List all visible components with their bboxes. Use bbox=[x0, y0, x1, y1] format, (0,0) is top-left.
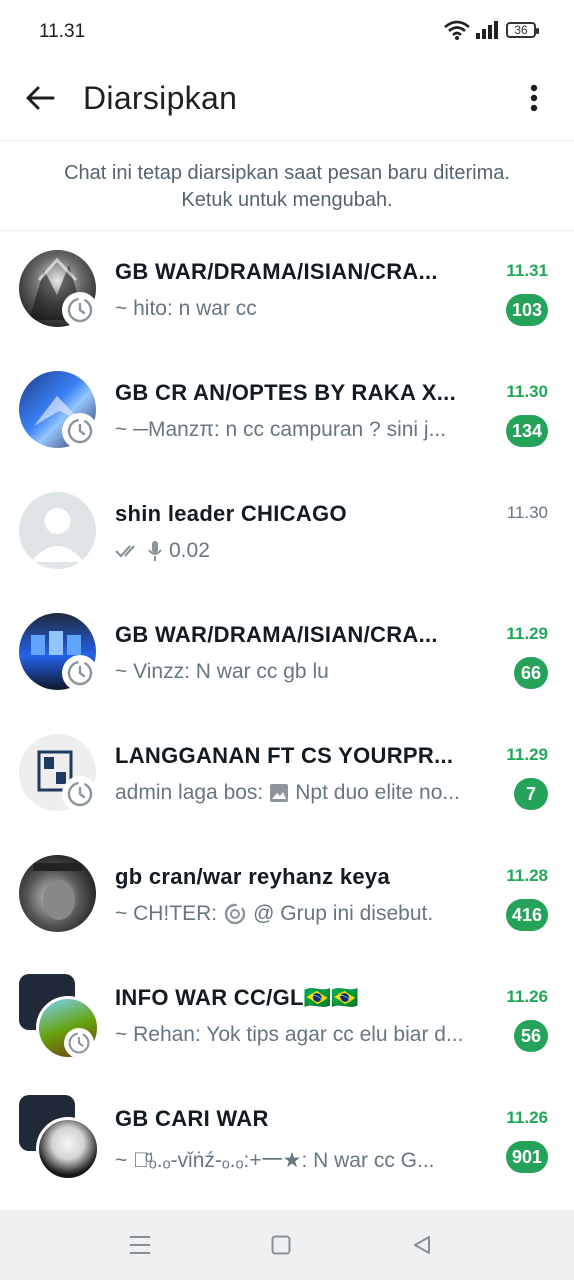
preview-text: @ Grup ini disebut. bbox=[253, 902, 434, 925]
unread-badge: 7 bbox=[514, 778, 548, 810]
battery-icon: 36 bbox=[506, 22, 539, 38]
preview-sender: ~ CH!TER: bbox=[115, 902, 218, 925]
preview-text: ~ Rehan: Yok tips agar cc elu biar d... bbox=[115, 1023, 464, 1046]
app-bar: Diarsipkan bbox=[0, 64, 574, 141]
chat-name: GB WAR/DRAMA/ISIAN/CRA... bbox=[115, 259, 438, 284]
menu-lines-icon bbox=[130, 1236, 150, 1254]
chat-time: 11.30 bbox=[506, 382, 548, 401]
page-title: Diarsipkan bbox=[83, 80, 238, 116]
chat-preview: ~ 一ͦ̈ₒ.ₒ-vǐṅź-ₒ.ₒ:+一★: N war cc G... bbox=[115, 1144, 490, 1174]
photo-icon bbox=[270, 784, 289, 802]
recent-apps-button[interactable] bbox=[125, 1230, 155, 1260]
chat-preview: ~ Vinzz: N war cc gb lu bbox=[115, 660, 490, 684]
home-button[interactable] bbox=[266, 1230, 296, 1260]
preview-text: ~ 一ͦ̈ₒ.ₒ-vǐṅź-ₒ.ₒ:+一★: N war cc G... bbox=[115, 1149, 435, 1172]
chat-name: shin leader CHICAGO bbox=[115, 501, 347, 526]
unread-badge: 901 bbox=[505, 1141, 548, 1173]
chat-name: GB WAR/DRAMA/ISIAN/CRA... bbox=[115, 622, 438, 647]
chat-row[interactable]: INFO WAR CC/GL🇧🇷🇧🇷 11.26 ~ Rehan: Yok ti… bbox=[0, 956, 574, 1077]
arrow-back-icon bbox=[26, 86, 55, 110]
default-avatar bbox=[19, 492, 96, 569]
chat-preview: ~ CH!TER: @ Grup ini disebut. bbox=[115, 902, 490, 926]
person-icon bbox=[31, 508, 84, 562]
chat-preview: 0.02 bbox=[115, 539, 490, 563]
more-options-button[interactable] bbox=[514, 78, 554, 118]
double-check-icon bbox=[115, 545, 135, 558]
chat-time: 11.28 bbox=[506, 866, 548, 885]
back-button[interactable] bbox=[20, 78, 60, 118]
chat-name: GB CARI WAR bbox=[115, 1106, 269, 1131]
chat-name: LANGGANAN FT CS YOURPR... bbox=[115, 743, 454, 768]
chat-time: 11.29 bbox=[506, 624, 548, 643]
chat-preview: admin laga bos: Npt duo elite no... bbox=[115, 781, 490, 805]
more-vert-icon bbox=[530, 84, 538, 112]
signal-icon bbox=[476, 21, 498, 39]
group-avatar bbox=[36, 1117, 100, 1181]
preview-sender: admin laga bos: bbox=[115, 781, 264, 804]
chat-preview: ~ hito: n war cc bbox=[115, 297, 490, 321]
chat-name: GB CR AN/OPTES BY RAKA X... bbox=[115, 380, 456, 405]
chat-row[interactable]: GB CR AN/OPTES BY RAKA X... 11.30 ~ ─Man… bbox=[0, 351, 574, 472]
unread-badge: 134 bbox=[505, 415, 548, 447]
chat-row[interactable]: GB WAR/DRAMA/ISIAN/CRA... 11.29 ~ Vinzz:… bbox=[0, 593, 574, 714]
status-time: 11.31 bbox=[39, 21, 86, 42]
unread-badge: 416 bbox=[505, 899, 548, 931]
chat-row[interactable]: shin leader CHICAGO 11.30 0.02 bbox=[0, 472, 574, 593]
disappearing-timer-icon bbox=[62, 776, 98, 812]
chat-name: INFO WAR CC/GL🇧🇷🇧🇷 bbox=[115, 985, 360, 1010]
disappearing-timer-icon bbox=[62, 655, 98, 691]
status-bar: 11.31 36 bbox=[0, 0, 574, 64]
chat-row[interactable]: LANGGANAN FT CS YOURPR... 11.29 admin la… bbox=[0, 714, 574, 835]
chat-time: 11.26 bbox=[506, 987, 548, 1006]
archive-info-banner[interactable]: Chat ini tetap diarsipkan saat pesan bar… bbox=[0, 141, 574, 231]
chat-time: 11.26 bbox=[506, 1108, 548, 1127]
system-nav-bar bbox=[0, 1210, 574, 1280]
preview-text: ~ hito: n war cc bbox=[115, 297, 257, 320]
chat-row[interactable]: gb cran/war reyhanz keya 11.28 ~ CH!TER:… bbox=[0, 835, 574, 956]
disappearing-timer-icon bbox=[64, 1028, 94, 1058]
chat-preview: ~ ─Manzπ: n cc campuran ? sini j... bbox=[115, 418, 490, 442]
chat-name: gb cran/war reyhanz keya bbox=[115, 864, 390, 889]
voice-duration: 0.02 bbox=[169, 539, 210, 562]
triangle-back-icon bbox=[414, 1236, 430, 1254]
preview-text: Npt duo elite no... bbox=[295, 781, 460, 804]
preview-text: ~ ─Manzπ: n cc campuran ? sini j... bbox=[115, 418, 447, 441]
unread-badge: 66 bbox=[514, 657, 548, 689]
chat-preview: ~ Rehan: Yok tips agar cc elu biar d... bbox=[115, 1023, 490, 1047]
microphone-icon bbox=[148, 541, 162, 561]
chat-time: 11.29 bbox=[506, 745, 548, 764]
disappearing-timer-icon bbox=[62, 413, 98, 449]
unread-badge: 56 bbox=[514, 1020, 548, 1052]
preview-text: ~ Vinzz: N war cc gb lu bbox=[115, 660, 329, 683]
chat-time: 11.31 bbox=[506, 261, 548, 280]
unread-badge: 103 bbox=[505, 294, 548, 326]
status-ring-icon bbox=[224, 903, 246, 925]
avatar bbox=[19, 855, 96, 932]
status-icons: 36 bbox=[444, 20, 539, 40]
disappearing-timer-icon bbox=[62, 292, 98, 328]
chat-row[interactable]: GB CARI WAR 11.26 ~ 一ͦ̈ₒ.ₒ-vǐṅź-ₒ.ₒ:+一★:… bbox=[0, 1077, 574, 1198]
chat-time: 11.30 bbox=[506, 503, 548, 522]
banner-line-2: Ketuk untuk mengubah. bbox=[181, 189, 393, 211]
wifi-icon bbox=[444, 20, 470, 40]
square-icon bbox=[271, 1235, 291, 1255]
banner-line-1: Chat ini tetap diarsipkan saat pesan bar… bbox=[64, 162, 510, 184]
chat-row[interactable]: GB WAR/DRAMA/ISIAN/CRA... 11.31 ~ hito: … bbox=[0, 230, 574, 351]
back-nav-button[interactable] bbox=[407, 1230, 437, 1260]
